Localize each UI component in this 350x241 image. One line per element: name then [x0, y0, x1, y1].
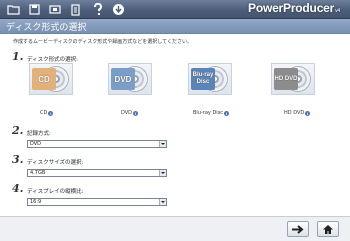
instruction-text: 作成するムービーディスクのディスク形式や録画方式などを選択してください。: [13, 39, 193, 45]
bluray-art: Blu-ray Disc: [191, 68, 215, 90]
info-icon[interactable]: [111, 2, 126, 17]
step-1-number: 1.: [12, 50, 24, 63]
select-value: 16:9: [30, 199, 42, 205]
disc-label: Blu-ray Disc: [193, 110, 224, 116]
step-2-number: 2.: [12, 124, 24, 137]
bookmark-icon[interactable]: [68, 2, 83, 17]
folder-icon[interactable]: [6, 2, 21, 17]
section-titlebar: ディスク形式の選択: [0, 19, 350, 34]
info-icon[interactable]: i: [305, 110, 311, 116]
app-name: PowerProducer: [248, 1, 335, 15]
home-icon: [323, 224, 333, 234]
chevron-down-icon[interactable]: [159, 141, 166, 147]
home-button[interactable]: [317, 221, 339, 237]
app-version: v4: [335, 8, 340, 14]
tools-icon[interactable]: [47, 2, 62, 17]
help-icon[interactable]: [90, 2, 105, 17]
step-4-label: ディスプレイの縦横比:: [27, 189, 84, 195]
disc-label: DVD: [121, 110, 133, 116]
info-icon[interactable]: i: [48, 110, 54, 116]
save-icon[interactable]: [27, 2, 42, 17]
arrow-right-icon: [292, 224, 304, 234]
step-1-label: ディスク形式の選択:: [27, 57, 78, 63]
cd-art: CD: [32, 68, 56, 90]
dvd-art: DVD: [111, 68, 135, 90]
disc-option-cd[interactable]: CD: [29, 63, 73, 95]
select-value: DVD: [30, 141, 42, 147]
disc-option-dvd[interactable]: DVD: [108, 63, 152, 95]
disc-label: HD DVD: [284, 110, 305, 116]
aspect-ratio-select[interactable]: 16:9: [27, 198, 167, 206]
disc-option-bluray[interactable]: Blu-ray Disc: [188, 63, 232, 95]
step-4-number: 4.: [12, 182, 24, 195]
info-icon[interactable]: i: [224, 110, 230, 116]
select-value: 4.7GB: [30, 170, 46, 176]
disc-name-bluray: Blu-ray Disc i: [193, 110, 230, 116]
step-2-label: 記録方式:: [27, 131, 51, 137]
disc-name-cd: CD i: [40, 110, 54, 116]
disc-name-hddvd: HD DVD i: [284, 110, 311, 116]
chevron-down-icon[interactable]: [159, 170, 166, 176]
disc-size-select[interactable]: 4.7GB: [27, 169, 167, 177]
disc-name-dvd: DVD i: [121, 110, 139, 116]
info-icon[interactable]: i: [133, 110, 139, 116]
app-brand: PowerProducerv4: [248, 1, 340, 15]
hddvd-art: HD DVD: [274, 68, 298, 90]
top-toolbar: PowerProducerv4: [0, 0, 350, 19]
chevron-down-icon[interactable]: [159, 199, 166, 205]
disc-option-hddvd[interactable]: HD DVD: [271, 63, 315, 95]
next-button[interactable]: [287, 221, 309, 237]
disc-label: CD: [40, 110, 48, 116]
page-title: ディスク形式の選択: [6, 23, 87, 33]
recording-format-select[interactable]: DVD: [27, 140, 167, 148]
step-3-number: 3.: [12, 153, 24, 166]
step-3-label: ディスクサイズの選択:: [27, 160, 84, 166]
